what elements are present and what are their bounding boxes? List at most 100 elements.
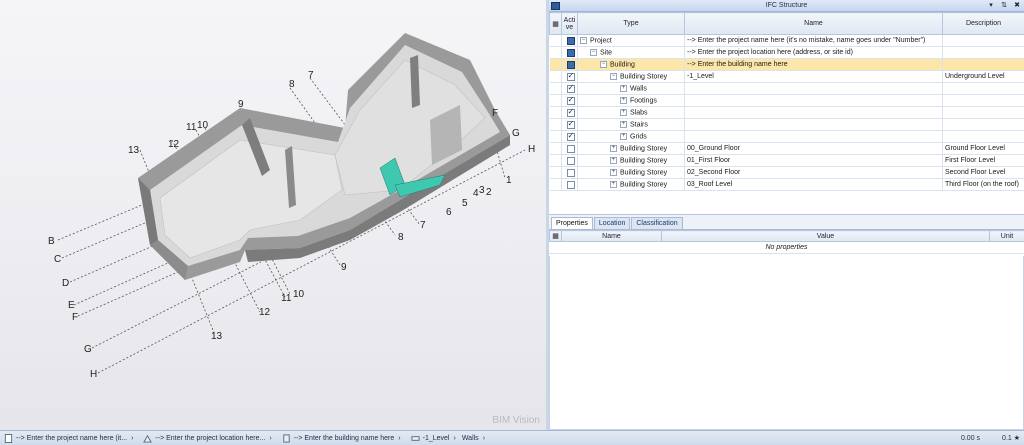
active-cell[interactable]: [561, 142, 578, 155]
active-cell[interactable]: [561, 106, 578, 119]
tree-row[interactable]: + Building Storey 00_Ground Floor Ground Fl…: [549, 142, 1024, 155]
visibility-checkbox[interactable]: [566, 60, 575, 69]
tree-row[interactable]: +Stairs: [549, 118, 1024, 131]
tree-toggle-icon[interactable]: +: [610, 144, 617, 152]
zoom-level[interactable]: 0.1 ★: [1002, 434, 1020, 442]
column-header-name[interactable]: Name: [684, 12, 943, 35]
visibility-checkbox[interactable]: [566, 168, 575, 177]
visibility-checkbox[interactable]: [566, 95, 575, 105]
tree-toggle-icon[interactable]: +: [620, 84, 627, 92]
panel-title-bar: IFC Structure ▾ ⇅ ✖: [549, 0, 1024, 12]
tree-row[interactable]: +Walls: [549, 82, 1024, 95]
watermark: BIM Vision: [492, 415, 540, 426]
grid-label: 9: [238, 99, 244, 110]
type-label: Stairs: [630, 121, 648, 129]
breadcrumb-storey[interactable]: -1_Level ›: [407, 434, 456, 443]
visibility-checkbox[interactable]: [566, 180, 575, 189]
tree-row[interactable]: + Building Storey 01_First Floor First Floo…: [549, 154, 1024, 167]
tree-row[interactable]: +Grids: [549, 130, 1024, 143]
column-chooser-icon[interactable]: ▦: [549, 12, 562, 35]
tree-row[interactable]: + Building Storey 03_Roof Level Third Floor…: [549, 178, 1024, 191]
tree-toggle-icon[interactable]: +: [620, 108, 627, 116]
3d-viewport[interactable]: B C D E F G H F G H 13 12 11 10 9 8 7 1 2 3 4 5 6 7 8 9 11 10 12 13 B…: [0, 0, 546, 430]
tree-toggle-icon[interactable]: +: [620, 120, 627, 128]
breadcrumb-building[interactable]: --> Enter the building name here ›: [278, 433, 401, 443]
active-cell[interactable]: [561, 34, 578, 47]
tree-toggle-icon[interactable]: +: [620, 96, 627, 104]
grid-label: D: [62, 278, 69, 289]
active-cell[interactable]: [561, 94, 578, 107]
tree-row[interactable]: − Building --> Enter the building name her…: [549, 58, 1024, 71]
description-cell: [942, 58, 1024, 71]
dropdown-icon[interactable]: ▾: [986, 0, 996, 12]
column-chooser-icon[interactable]: ▦: [549, 230, 562, 242]
tree-toggle-icon[interactable]: +: [620, 132, 627, 140]
breadcrumb-site[interactable]: --> Enter the project location here... ›: [139, 434, 272, 443]
description-cell: Ground Floor Level: [942, 142, 1024, 155]
pin-icon[interactable]: ⇅: [999, 0, 1009, 12]
grid-label: H: [90, 369, 97, 380]
visibility-checkbox[interactable]: [566, 156, 575, 165]
active-cell[interactable]: [561, 46, 578, 59]
name-cell: 01_First Floor: [684, 154, 943, 167]
visibility-checkbox[interactable]: [566, 144, 575, 153]
grid-label: 8: [398, 232, 404, 243]
tree-toggle-icon[interactable]: −: [600, 60, 607, 68]
tree-row[interactable]: − Site --> Enter the project location here…: [549, 46, 1024, 59]
close-icon[interactable]: ✖: [1012, 0, 1022, 12]
tree-row[interactable]: +Footings: [549, 94, 1024, 107]
visibility-checkbox[interactable]: [566, 83, 575, 93]
breadcrumb-project[interactable]: --> Enter the project name here (it... ›: [0, 433, 133, 443]
description-cell: [942, 106, 1024, 119]
visibility-checkbox[interactable]: [566, 36, 575, 45]
tab-location[interactable]: Location: [593, 217, 631, 229]
column-header-active[interactable]: Acti ve: [561, 12, 578, 35]
chevron-right-icon: ›: [482, 434, 486, 442]
name-cell: --> Enter the project location here (add…: [684, 46, 943, 59]
tree-toggle-icon[interactable]: −: [580, 36, 587, 44]
description-cell: [942, 130, 1024, 143]
tree-row[interactable]: + Building Storey 02_Second Floor Second Fl…: [549, 166, 1024, 179]
active-cell[interactable]: [561, 82, 578, 95]
active-cell[interactable]: [561, 118, 578, 131]
visibility-checkbox[interactable]: [566, 71, 575, 81]
grid-label: 13: [128, 145, 140, 156]
breadcrumb-walls[interactable]: Walls ›: [462, 435, 485, 442]
visibility-checkbox[interactable]: [566, 48, 575, 57]
description-cell: Underground Level: [942, 70, 1024, 83]
visibility-checkbox[interactable]: [566, 131, 575, 141]
panel-title: IFC Structure: [765, 2, 808, 9]
tree-toggle-icon[interactable]: +: [610, 168, 617, 176]
active-cell[interactable]: [561, 178, 578, 191]
description-cell: Third Floor (on the roof): [942, 178, 1024, 191]
column-header-prop-value[interactable]: Value: [661, 230, 990, 242]
type-label: Grids: [630, 133, 647, 141]
column-header-prop-name[interactable]: Name: [561, 230, 662, 242]
tree-toggle-icon[interactable]: +: [610, 180, 617, 188]
column-header-type[interactable]: Type: [577, 12, 685, 35]
tree-row[interactable]: +Slabs: [549, 106, 1024, 119]
tab-properties[interactable]: Properties: [551, 217, 593, 229]
column-header-prop-unit[interactable]: Unit: [989, 230, 1024, 242]
active-cell[interactable]: [561, 130, 578, 143]
grid-label: 4: [473, 188, 479, 199]
grid-label: F: [72, 312, 78, 323]
tree-toggle-icon[interactable]: −: [590, 48, 597, 56]
active-cell[interactable]: [561, 154, 578, 167]
tree-toggle-icon[interactable]: −: [610, 72, 617, 80]
active-cell[interactable]: [561, 70, 578, 83]
active-cell[interactable]: [561, 166, 578, 179]
grid-label: G: [512, 128, 520, 139]
name-cell: [684, 130, 943, 143]
grid-label: 8: [289, 79, 295, 90]
building-model[interactable]: BCDEFGHFGH131211 1098712345678911 101213: [0, 0, 546, 430]
active-cell[interactable]: [561, 58, 578, 71]
name-cell: -1_Level: [684, 70, 943, 83]
column-header-description[interactable]: Description: [942, 12, 1024, 35]
visibility-checkbox[interactable]: [566, 107, 575, 117]
tree-row[interactable]: −Building Storey-1_LevelUnderground Leve…: [549, 70, 1024, 83]
tab-classification[interactable]: Classification: [631, 217, 683, 229]
tree-toggle-icon[interactable]: +: [610, 156, 617, 164]
visibility-checkbox[interactable]: [566, 119, 575, 129]
tree-row[interactable]: − Project --> Enter the project name here …: [549, 34, 1024, 47]
